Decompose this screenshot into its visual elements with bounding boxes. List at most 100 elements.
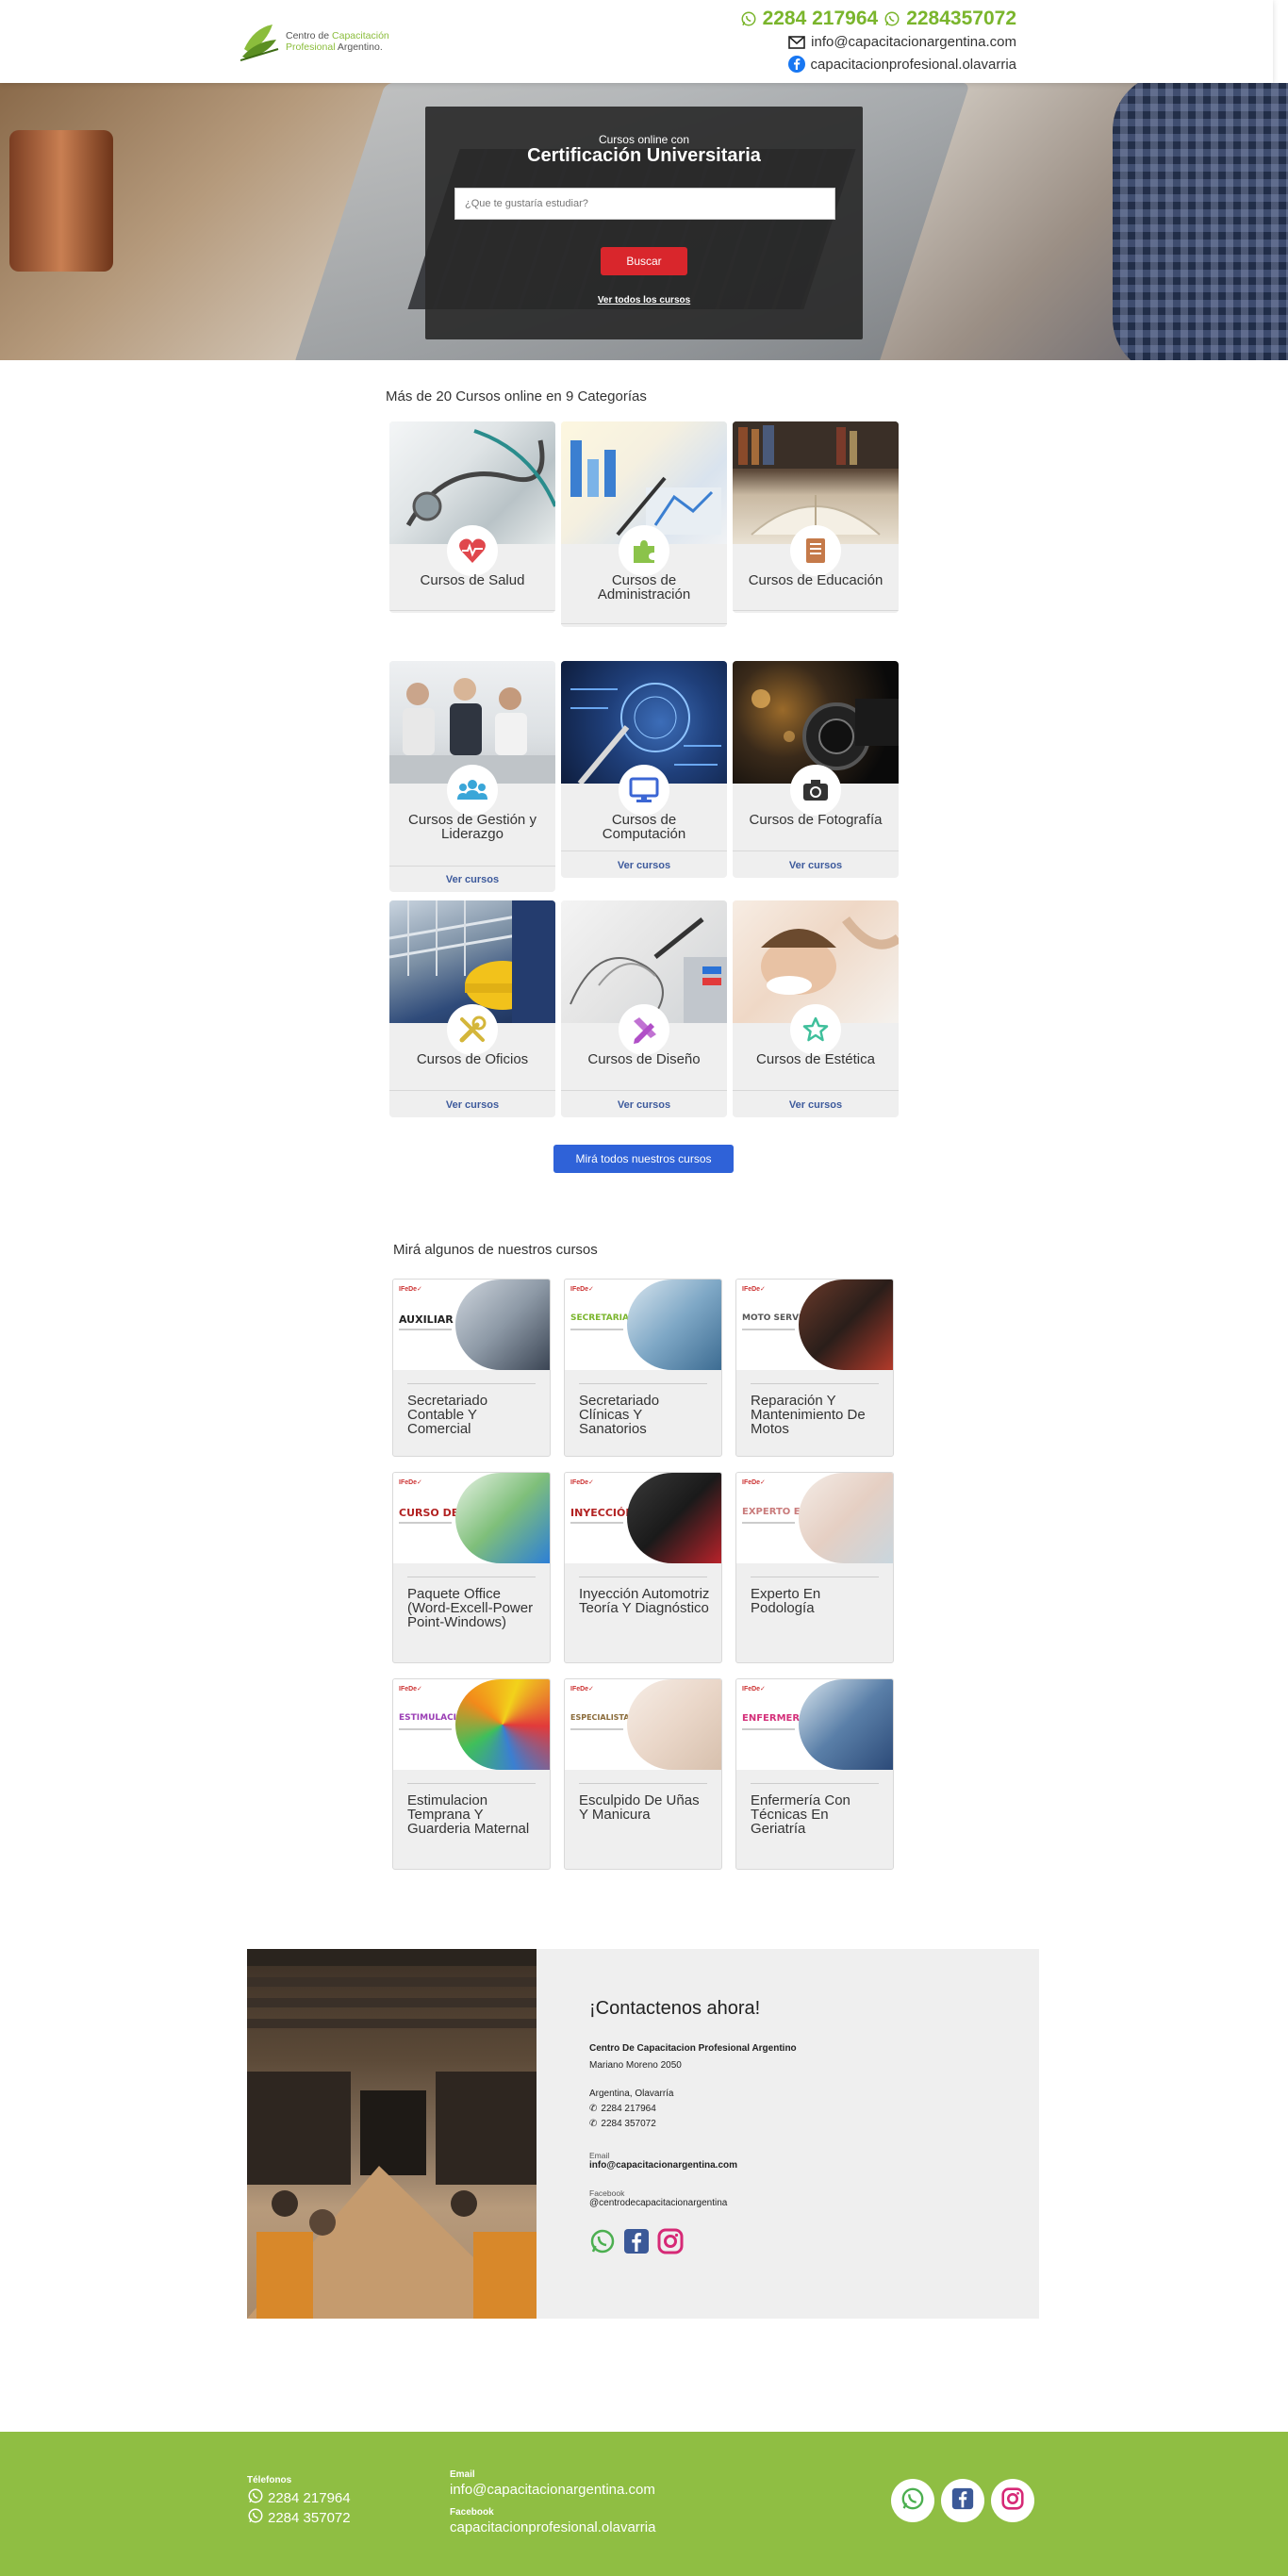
course-image: IFeDe✓ ESTIMULACIÓN	[393, 1679, 550, 1770]
course-separator	[751, 1383, 879, 1384]
header-phone-2[interactable]: 2284357072	[906, 8, 1016, 30]
instagram-icon[interactable]	[657, 2228, 684, 2259]
search-panel: Cursos online con Certificación Universi…	[425, 107, 863, 339]
contact-phone-1[interactable]: ✆ 2284 217964	[589, 2104, 656, 2114]
contact-phone-2[interactable]: ✆ 2284 357072	[589, 2119, 656, 2129]
course-photo	[455, 1473, 550, 1563]
footer-phones-label: Télefonos	[247, 2475, 292, 2485]
search-button[interactable]: Buscar	[601, 247, 687, 275]
contact-facebook[interactable]: @centrodecapacitacionargentina	[589, 2198, 727, 2208]
category-link[interactable]: Ver cursos	[561, 860, 727, 871]
category-card-oficios[interactable]: Cursos de Oficios Ver cursos	[389, 900, 555, 1117]
monitor-icon	[619, 765, 669, 816]
course-name: Estimulacion Temprana Y Guarderia Matern…	[407, 1792, 530, 1837]
footer-phone-1[interactable]: 2284 217964	[247, 2487, 351, 2508]
course-banner-line	[399, 1329, 452, 1330]
category-name: Cursos de Diseño	[587, 1051, 701, 1067]
footer-phone-1-text: 2284 217964	[268, 2489, 351, 2506]
category-link[interactable]: Ver cursos	[389, 1099, 555, 1111]
contact-address: Mariano Moreno 2050	[589, 2060, 682, 2071]
category-card-computacion[interactable]: Cursos de Computación Ver cursos	[561, 661, 727, 878]
course-banner-line	[742, 1329, 795, 1330]
category-name: Cursos de Estética	[756, 1051, 875, 1067]
course-photo	[799, 1679, 893, 1770]
header-phone-1[interactable]: 2284 217964	[763, 8, 879, 30]
category-name: Cursos de Computación	[602, 812, 686, 842]
footer-facebook[interactable]: capacitacionprofesional.olavarria	[450, 2519, 655, 2535]
whatsapp-icon	[883, 10, 900, 27]
course-brand: IFeDe✓	[742, 1686, 766, 1693]
category-link[interactable]: Ver cursos	[733, 1099, 899, 1111]
whatsapp-icon	[740, 10, 757, 27]
category-name: Cursos de Educación	[748, 572, 883, 588]
whatsapp-icon[interactable]	[589, 2228, 616, 2259]
contact-phone-2-text: 2284 357072	[601, 2119, 656, 2129]
footer-facebook-button[interactable]	[941, 2479, 984, 2522]
facebook-icon	[787, 56, 805, 73]
course-card[interactable]: IFeDe✓ CURSO DE Paquete Office (Word-Exc…	[392, 1472, 551, 1663]
course-card[interactable]: IFeDe✓ EXPERTO EN Experto En Podología	[735, 1472, 894, 1663]
course-card[interactable]: IFeDe✓ AUXILIAR Secretariado Contable Y …	[392, 1279, 551, 1457]
instagram-icon	[1001, 2486, 1024, 2515]
course-card[interactable]: IFeDe✓ SECRETARIADO Secretariado Clínica…	[564, 1279, 722, 1457]
course-brand: IFeDe✓	[742, 1479, 766, 1486]
category-card-diseno[interactable]: Cursos de Diseño Ver cursos	[561, 900, 727, 1117]
course-photo	[627, 1679, 721, 1770]
course-photo	[455, 1679, 550, 1770]
header-email-text: info@capacitacionargentina.com	[811, 34, 1016, 50]
course-brand: IFeDe✓	[570, 1479, 594, 1486]
course-photo	[799, 1473, 893, 1563]
design-icon	[619, 1004, 669, 1055]
search-subtitle: Cursos online con	[598, 133, 690, 146]
camera-icon	[790, 765, 841, 816]
contact-facebook-label: Facebook	[589, 2188, 625, 2198]
course-image: IFeDe✓ EXPERTO EN	[736, 1473, 893, 1563]
contact-city: Argentina, Olavarría	[589, 2089, 674, 2099]
course-photo	[455, 1280, 550, 1370]
course-separator	[407, 1783, 536, 1784]
footer-whatsapp-button[interactable]	[891, 2479, 934, 2522]
footer-instagram-button[interactable]	[991, 2479, 1034, 2522]
course-banner-line	[742, 1728, 795, 1730]
course-name: Enfermería Con Técnicas En Geriatría	[751, 1792, 850, 1837]
star-icon	[790, 1004, 841, 1055]
course-photo	[627, 1473, 721, 1563]
footer-email[interactable]: info@capacitacionargentina.com	[450, 2482, 655, 2498]
category-card-gestion[interactable]: Cursos de Gestión y Liderazgo Ver cursos	[389, 661, 555, 892]
view-all-courses-link[interactable]: Ver todos los cursos	[425, 295, 863, 305]
category-divider	[389, 610, 555, 611]
contact-email[interactable]: info@capacitacionargentina.com	[589, 2160, 737, 2171]
course-card[interactable]: IFeDe✓ ESPECIALISTA EN Esculpido De Uñas…	[564, 1678, 722, 1870]
category-card-educacion[interactable]: Cursos de Educación Ver cursos	[733, 421, 899, 613]
category-link[interactable]: Ver cursos	[733, 860, 899, 871]
course-name: Secretariado Contable Y Comercial	[407, 1393, 488, 1437]
category-name: Cursos de Fotografía	[749, 812, 883, 828]
course-card[interactable]: IFeDe✓ MOTO SERVICE Reparación Y Manteni…	[735, 1279, 894, 1457]
category-card-administracion[interactable]: Cursos de Administración Ver cursos	[561, 421, 727, 627]
course-card[interactable]: IFeDe✓ ESTIMULACIÓN Estimulacion Tempran…	[392, 1678, 551, 1870]
contact-title: ¡Contactenos ahora!	[589, 1998, 761, 2019]
course-card[interactable]: IFeDe✓ INYECCIÓN Inyección Automotriz Te…	[564, 1472, 722, 1663]
course-brand: IFeDe✓	[570, 1686, 594, 1693]
category-card-fotografia[interactable]: Cursos de Fotografía Ver cursos	[733, 661, 899, 878]
category-card-salud[interactable]: Cursos de Salud Ver cursos	[389, 421, 555, 613]
header-email[interactable]: info@capacitacionargentina.com	[788, 34, 1016, 50]
facebook-icon[interactable]	[623, 2228, 650, 2259]
course-image: IFeDe✓ AUXILIAR	[393, 1280, 550, 1370]
site-logo[interactable]: Centro de Capacitación Profesional Argen…	[239, 19, 391, 64]
category-name: Cursos de Salud	[420, 572, 525, 588]
course-brand: IFeDe✓	[399, 1686, 422, 1693]
category-link[interactable]: Ver cursos	[561, 1099, 727, 1111]
header-facebook[interactable]: capacitacionprofesional.olavarria	[787, 56, 1016, 73]
course-name: Reparación Y Mantenimiento De Motos	[751, 1393, 866, 1437]
category-card-estetica[interactable]: Cursos de Estética Ver cursos	[733, 900, 899, 1117]
course-brand: IFeDe✓	[742, 1286, 766, 1293]
category-divider	[389, 1090, 555, 1091]
course-card[interactable]: IFeDe✓ ENFERMERÍA Enfermería Con Técnica…	[735, 1678, 894, 1870]
logo-leaf-icon	[239, 21, 280, 62]
footer-phone-2[interactable]: 2284 357072	[247, 2507, 351, 2528]
search-input[interactable]	[454, 188, 835, 220]
header-phones: 2284 217964 2284357072	[740, 8, 1016, 30]
category-link[interactable]: Ver cursos	[389, 874, 555, 885]
all-courses-button[interactable]: Mirá todos nuestros cursos	[553, 1145, 734, 1173]
